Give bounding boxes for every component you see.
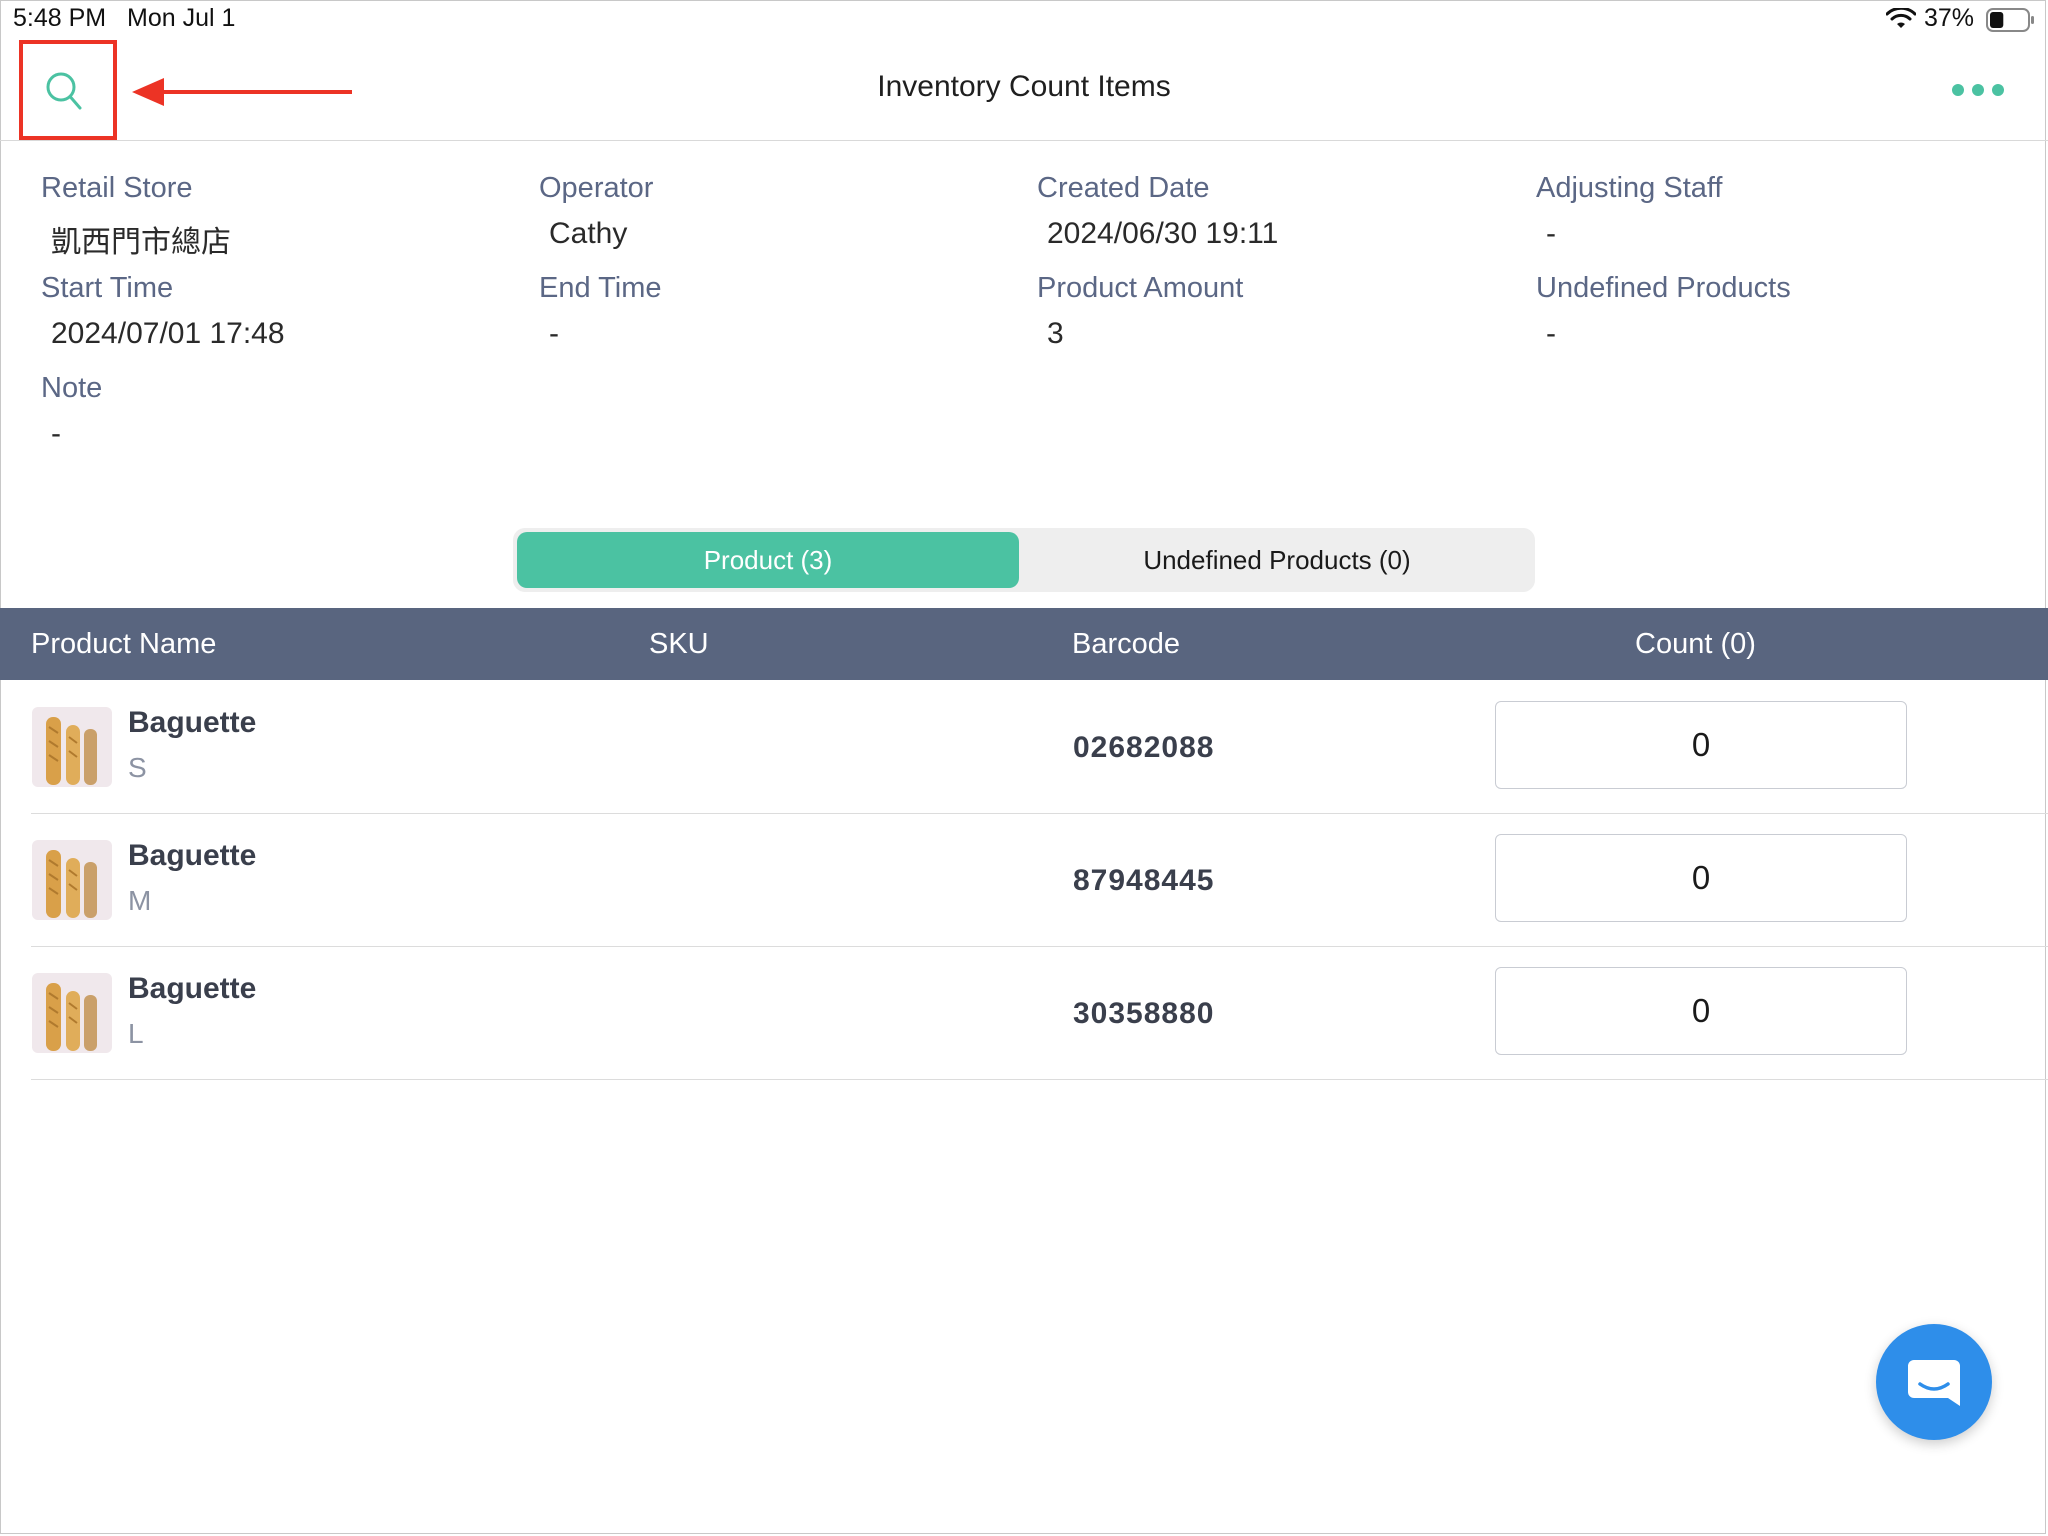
info-end-time: End Time - [539,272,662,351]
info-label: Note [41,372,103,404]
info-label: Adjusting Staff [1536,172,1723,204]
column-header-product-name: Product Name [31,628,217,660]
info-value: 凱西門市總店 [51,226,231,259]
info-value: Cathy [549,217,628,250]
table-row[interactable]: Baguette L 30358880 0 [31,946,2048,1080]
annotation-arrow-icon [132,78,352,106]
table-row[interactable]: Baguette S 02682088 0 [31,680,2048,814]
battery-icon [1986,8,2034,32]
count-input[interactable]: 0 [1495,967,1907,1055]
product-variant: L [128,1018,144,1049]
count-input[interactable]: 0 [1495,701,1907,789]
wifi-icon [1886,8,1916,28]
annotation-highlight-box [19,40,117,140]
product-barcode: 30358880 [1073,997,1215,1030]
info-created-date: Created Date 2024/06/30 19:11 [1037,172,1278,251]
battery-percent: 37% [1924,4,1975,32]
column-header-sku: SKU [649,628,709,660]
count-input[interactable]: 0 [1495,834,1907,922]
info-value: - [1546,317,1556,350]
product-name: Baguette [128,972,257,1005]
status-bar: 5:48 PM Mon Jul 1 37% [0,0,2048,40]
info-label: Retail Store [41,172,193,204]
chat-bubble-icon [1908,1360,1960,1406]
column-header-barcode: Barcode [1072,628,1181,660]
info-label: Start Time [41,272,174,304]
product-variant: S [128,752,147,783]
product-barcode: 87948445 [1073,864,1215,897]
info-start-time: Start Time 2024/07/01 17:48 [41,272,285,351]
segmented-tabs: Product (3) Undefined Products (0) [513,528,1535,592]
info-label: Undefined Products [1536,272,1791,304]
table-row[interactable]: Baguette M 87948445 0 [31,813,2048,947]
info-value: - [51,417,61,450]
column-header-count: Count (0) [1635,628,1756,660]
info-value: 2024/06/30 19:11 [1047,217,1279,250]
info-label: Operator [539,172,654,204]
tab-product[interactable]: Product (3) [517,532,1019,588]
product-thumbnail-icon [32,973,112,1053]
info-note: Note - [41,372,102,451]
info-label: Created Date [1037,172,1210,204]
info-value: 2024/07/01 17:48 [51,317,285,350]
info-value: 3 [1047,317,1064,350]
status-time: 5:48 PM [13,4,107,32]
product-name: Baguette [128,839,257,872]
info-undefined-products: Undefined Products - [1536,272,1791,351]
product-barcode: 02682088 [1073,731,1215,764]
status-date: Mon Jul 1 [127,4,236,32]
info-adjusting-staff: Adjusting Staff - [1536,172,1722,251]
table-header: Product Name SKU Barcode Count (0) [0,608,2048,680]
product-thumbnail-icon [32,840,112,920]
info-product-amount: Product Amount 3 [1037,272,1243,351]
chat-button[interactable] [1876,1324,1992,1440]
product-thumbnail-icon [32,707,112,787]
product-name: Baguette [128,706,257,739]
info-value: - [549,317,559,350]
info-value: - [1546,217,1556,250]
info-label: End Time [539,272,662,304]
tab-undefined-products[interactable]: Undefined Products (0) [1023,532,1531,588]
product-variant: M [128,885,152,916]
info-label: Product Amount [1037,272,1244,304]
info-operator: Operator Cathy [539,172,653,251]
more-dots-icon[interactable] [1950,80,2006,100]
info-retail-store: Retail Store 凱西門市總店 [41,172,231,261]
